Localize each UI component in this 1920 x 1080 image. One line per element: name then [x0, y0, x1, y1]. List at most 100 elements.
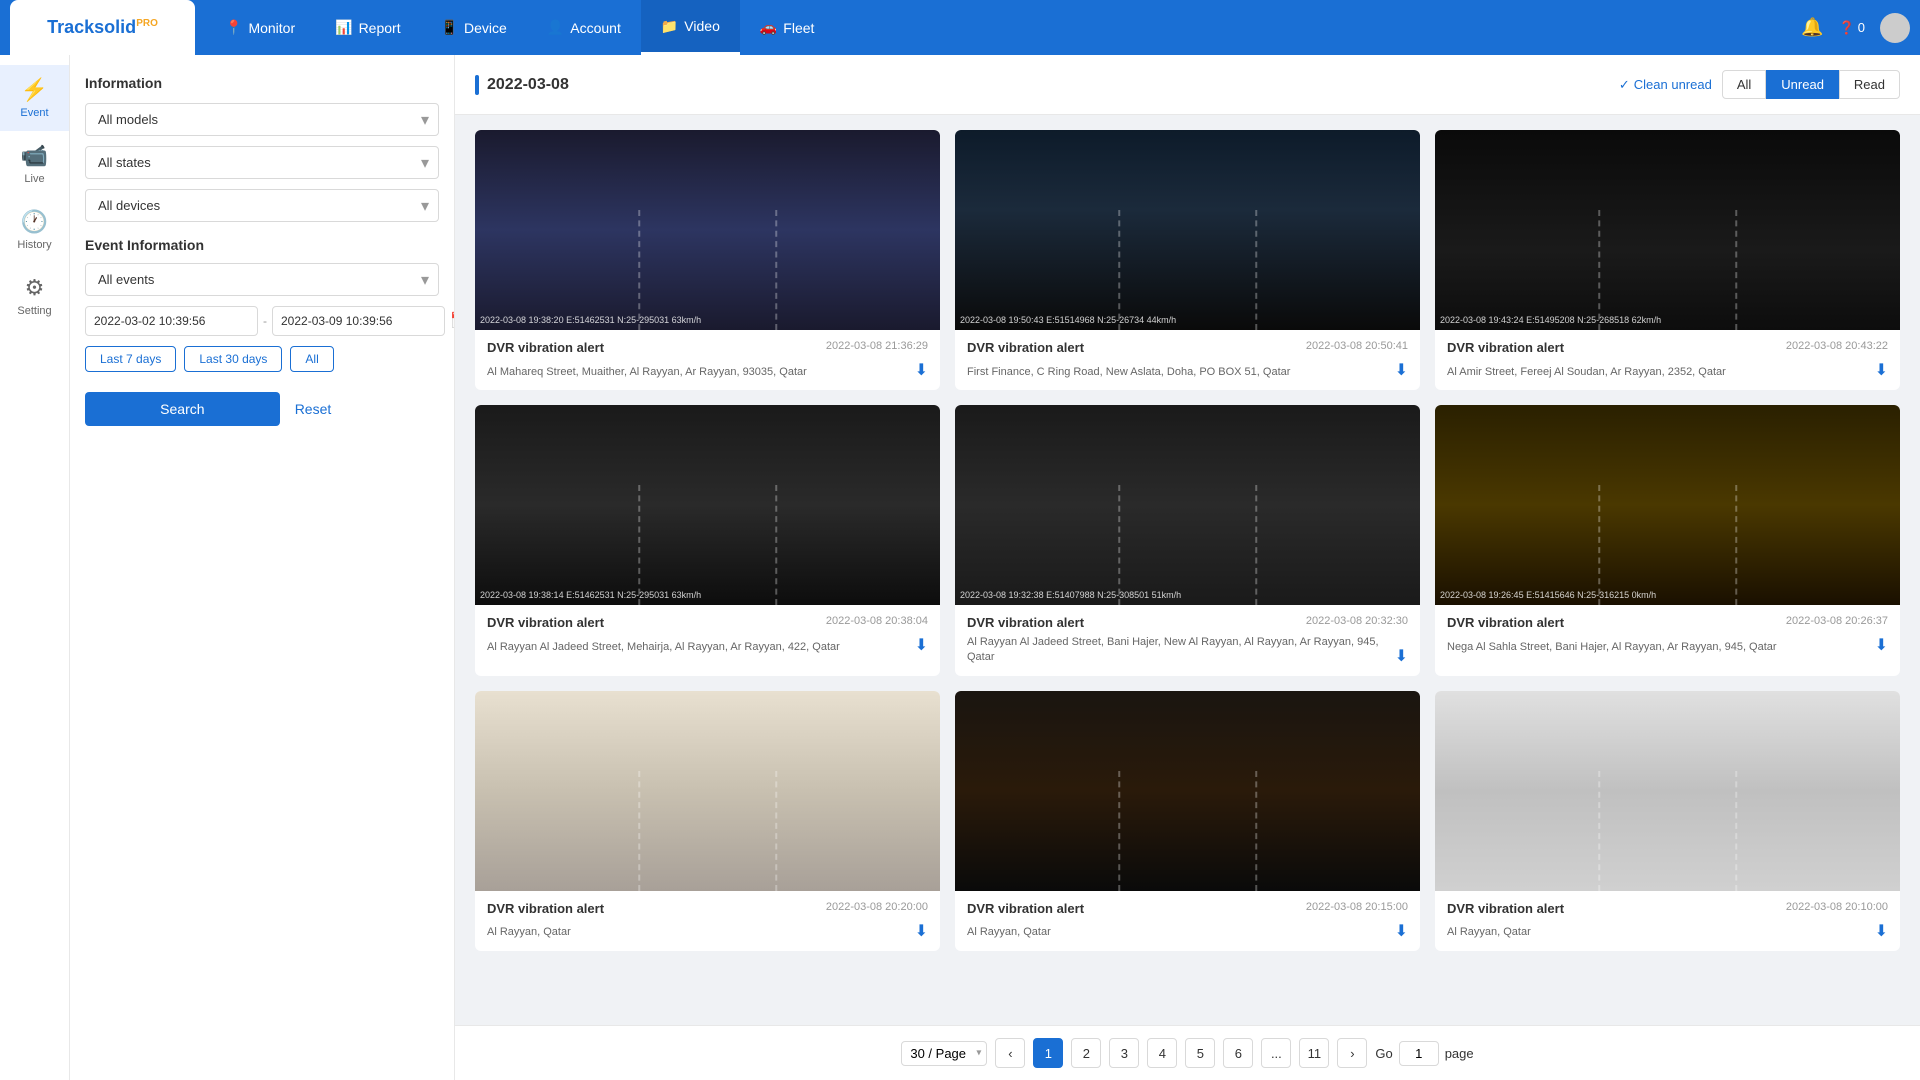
reset-button[interactable]: Reset	[295, 401, 332, 417]
user-avatar[interactable]	[1880, 13, 1910, 43]
card-bottom: Al Amir Street, Fereej Al Soudan, Ar Ray…	[1447, 360, 1888, 380]
clean-unread-button[interactable]: ✓ Clean unread	[1619, 77, 1712, 93]
card-time: 2022-03-08 20:26:37	[1786, 615, 1888, 627]
road-lines	[1598, 771, 1738, 891]
download-icon[interactable]: ⬇	[1395, 360, 1408, 380]
logo[interactable]: TracksolidPRO	[10, 0, 195, 55]
event-card-1[interactable]: 2022-03-08 19:38:20 E:51462531 N:25-2950…	[475, 130, 940, 390]
nav-fleet[interactable]: 🚗 Fleet	[740, 0, 835, 55]
nav-account[interactable]: 👤 Account	[527, 0, 641, 55]
download-icon[interactable]: ⬇	[915, 360, 928, 380]
monitor-icon: 📍	[225, 19, 242, 36]
last-30-days-button[interactable]: Last 30 days	[184, 346, 282, 372]
prev-page-button[interactable]: ‹	[995, 1038, 1025, 1068]
event-card-3[interactable]: 2022-03-08 19:43:24 E:51495208 N:25-2685…	[1435, 130, 1900, 390]
page-6-button[interactable]: 6	[1223, 1038, 1253, 1068]
last-7-days-button[interactable]: Last 7 days	[85, 346, 176, 372]
road-lines	[1598, 210, 1738, 330]
card-time: 2022-03-08 20:20:00	[826, 901, 928, 913]
help-button[interactable]: ❓ 0	[1839, 20, 1865, 36]
card-bottom: Al Rayyan Al Jadeed Street, Mehairja, Al…	[487, 635, 928, 655]
page-5-button[interactable]: 5	[1185, 1038, 1215, 1068]
card-location: Al Mahareq Street, Muaither, Al Rayyan, …	[487, 365, 907, 380]
card-event-name: DVR vibration alert	[967, 340, 1084, 355]
download-icon[interactable]: ⬇	[1395, 646, 1408, 666]
sidebar-item-setting[interactable]: ⚙ Setting	[0, 263, 69, 329]
card-top: DVR vibration alert 2022-03-08 20:26:37	[1447, 615, 1888, 630]
download-icon[interactable]: ⬇	[1875, 360, 1888, 380]
search-button[interactable]: Search	[85, 392, 280, 426]
quick-date-buttons: Last 7 days Last 30 days All	[85, 346, 439, 372]
card-thumbnail	[475, 691, 940, 891]
nav-report[interactable]: 📊 Report	[315, 0, 420, 55]
date-from-input[interactable]	[85, 306, 258, 336]
card-top: DVR vibration alert 2022-03-08 20:32:30	[967, 615, 1408, 630]
header-actions: ✓ Clean unread All Unread Read	[1619, 70, 1900, 99]
card-thumbnail: 2022-03-08 19:26:45 E:51415646 N:25-3162…	[1435, 405, 1900, 605]
card-location: Al Rayyan, Qatar	[487, 925, 907, 940]
sidebar: ⚡ Event 📹 Live 🕐 History ⚙ Setting	[0, 55, 70, 1080]
sidebar-item-live[interactable]: 📹 Live	[0, 131, 69, 197]
page-11-button[interactable]: 11	[1299, 1038, 1329, 1068]
download-icon[interactable]: ⬇	[1395, 921, 1408, 941]
page-2-button[interactable]: 2	[1071, 1038, 1101, 1068]
event-icon: ⚡	[21, 77, 48, 103]
goto-page-input[interactable]	[1399, 1041, 1439, 1066]
event-type-select[interactable]: All events	[85, 263, 439, 296]
card-location: Nega Al Sahla Street, Bani Hajer, Al Ray…	[1447, 640, 1867, 655]
card-location: Al Rayyan, Qatar	[1447, 925, 1867, 940]
card-info: DVR vibration alert 2022-03-08 20:32:30 …	[955, 605, 1420, 676]
event-card-8[interactable]: DVR vibration alert 2022-03-08 20:15:00 …	[955, 691, 1420, 951]
card-event-name: DVR vibration alert	[1447, 901, 1564, 916]
card-time: 2022-03-08 20:10:00	[1786, 901, 1888, 913]
thumb-overlay: 2022-03-08 19:50:43 E:51514968 N:25-2673…	[960, 315, 1176, 325]
model-select[interactable]: All models	[85, 103, 439, 136]
event-card-4[interactable]: 2022-03-08 19:38:14 E:51462531 N:25-2950…	[475, 405, 940, 676]
pagination-bar: 30 / Page 10 / Page 20 / Page 50 / Page …	[455, 1025, 1920, 1080]
fleet-icon: 🚗	[760, 19, 777, 36]
state-select[interactable]: All states	[85, 146, 439, 179]
date-indicator	[475, 75, 479, 95]
page-1-button[interactable]: 1	[1033, 1038, 1063, 1068]
page-size-wrapper: 30 / Page 10 / Page 20 / Page 50 / Page	[901, 1041, 987, 1066]
filter-unread-button[interactable]: Unread	[1766, 70, 1839, 99]
page-label: page	[1445, 1046, 1474, 1061]
card-info: DVR vibration alert 2022-03-08 20:50:41 …	[955, 330, 1420, 390]
nav-monitor[interactable]: 📍 Monitor	[205, 0, 315, 55]
card-event-name: DVR vibration alert	[487, 340, 604, 355]
event-card-9[interactable]: DVR vibration alert 2022-03-08 20:10:00 …	[1435, 691, 1900, 951]
page-4-button[interactable]: 4	[1147, 1038, 1177, 1068]
next-page-button[interactable]: ›	[1337, 1038, 1367, 1068]
page-goto: Go page	[1375, 1041, 1473, 1066]
card-top: DVR vibration alert 2022-03-08 20:43:22	[1447, 340, 1888, 355]
history-icon: 🕐	[21, 209, 48, 235]
event-card-6[interactable]: 2022-03-08 19:26:45 E:51415646 N:25-3162…	[1435, 405, 1900, 676]
card-bottom: First Finance, C Ring Road, New Aslata, …	[967, 360, 1408, 380]
nav-video[interactable]: 📁 Video	[641, 0, 740, 55]
sidebar-item-history[interactable]: 🕐 History	[0, 197, 69, 263]
event-card-7[interactable]: DVR vibration alert 2022-03-08 20:20:00 …	[475, 691, 940, 951]
card-location: Al Rayyan Al Jadeed Street, Mehairja, Al…	[487, 640, 907, 655]
download-icon[interactable]: ⬇	[1875, 635, 1888, 655]
device-select[interactable]: All devices	[85, 189, 439, 222]
page-3-button[interactable]: 3	[1109, 1038, 1139, 1068]
date-to-input[interactable]	[272, 306, 445, 336]
card-bottom: Nega Al Sahla Street, Bani Hajer, Al Ray…	[1447, 635, 1888, 655]
filter-all-button[interactable]: All	[1722, 70, 1766, 99]
nav-device[interactable]: 📱 Device	[421, 0, 527, 55]
download-icon[interactable]: ⬇	[915, 635, 928, 655]
thumb-overlay: 2022-03-08 19:43:24 E:51495208 N:25-2685…	[1440, 315, 1661, 325]
event-card-2[interactable]: 2022-03-08 19:50:43 E:51514968 N:25-2673…	[955, 130, 1420, 390]
all-dates-button[interactable]: All	[290, 346, 333, 372]
content-header: 2022-03-08 ✓ Clean unread All Unread Rea…	[455, 55, 1920, 115]
sidebar-item-event[interactable]: ⚡ Event	[0, 65, 69, 131]
card-event-name: DVR vibration alert	[487, 901, 604, 916]
notifications-bell[interactable]: 🔔	[1801, 17, 1823, 38]
page-size-select[interactable]: 30 / Page 10 / Page 20 / Page 50 / Page	[901, 1041, 987, 1066]
filter-read-button[interactable]: Read	[1839, 70, 1900, 99]
download-icon[interactable]: ⬇	[915, 921, 928, 941]
event-card-5[interactable]: 2022-03-08 19:32:38 E:51407988 N:25-3085…	[955, 405, 1420, 676]
card-info: DVR vibration alert 2022-03-08 20:38:04 …	[475, 605, 940, 665]
download-icon[interactable]: ⬇	[1875, 921, 1888, 941]
card-time: 2022-03-08 20:43:22	[1786, 340, 1888, 352]
